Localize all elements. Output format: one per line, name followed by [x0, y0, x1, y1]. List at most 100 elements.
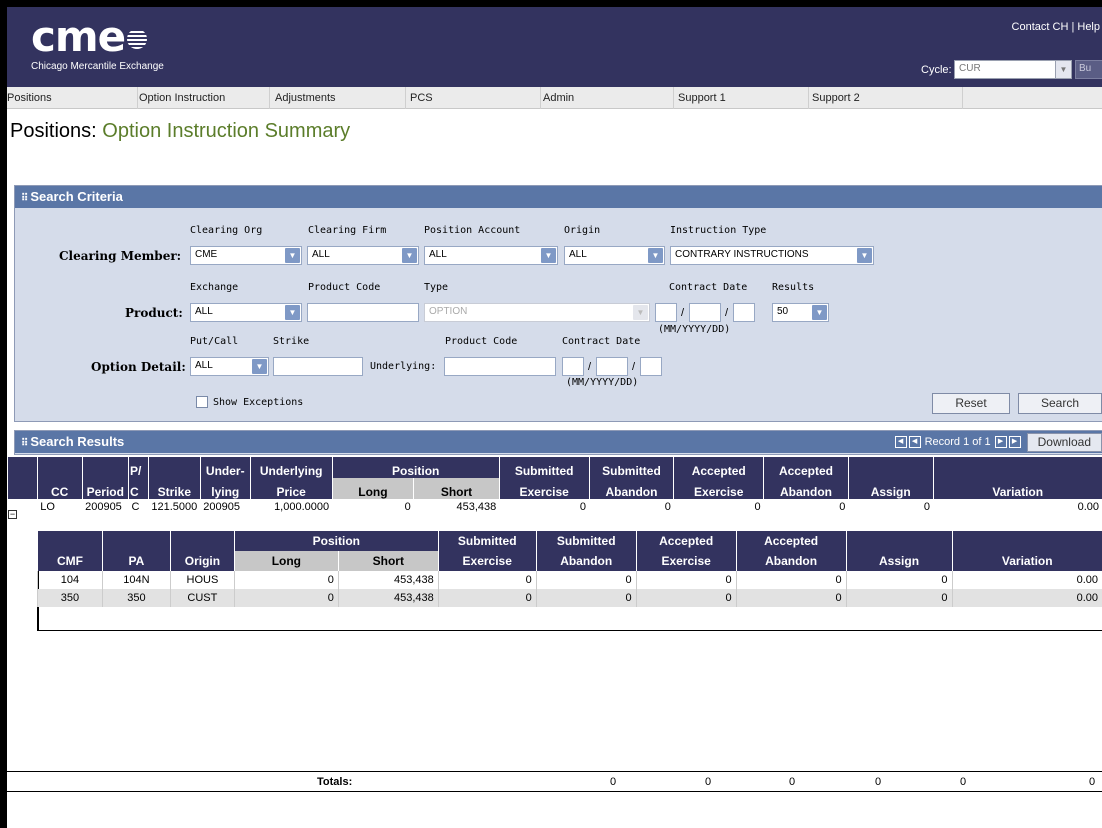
- cell-long: 0: [233, 571, 339, 589]
- underlying-day-input[interactable]: [640, 357, 662, 376]
- detail-col-cmf[interactable]: CMF: [37, 551, 103, 571]
- underlying-year-input[interactable]: [596, 357, 628, 376]
- nav-pcs[interactable]: PCS: [410, 87, 541, 109]
- col-pc[interactable]: C: [127, 478, 149, 499]
- cycle-select[interactable]: CUR ▼: [954, 60, 1072, 79]
- last-page-icon[interactable]: ▶: [1008, 436, 1021, 448]
- cell-sub-exercise: 0: [437, 571, 537, 589]
- exchange-value: ALL: [195, 306, 213, 317]
- cell-cc: LO: [40, 501, 55, 513]
- detail-col-variation[interactable]: Variation: [951, 551, 1102, 571]
- contract-month-input[interactable]: [655, 303, 677, 322]
- detail-col-variation-top: [951, 531, 1102, 551]
- cycle-button[interactable]: Bu: [1075, 60, 1102, 79]
- results-table: P/ Under- Underlying Position Submitted …: [7, 457, 1102, 515]
- nav-support-2[interactable]: Support 2: [812, 87, 963, 109]
- date-format-hint: (MM/YYYY/DD): [658, 324, 731, 335]
- detail-col-se[interactable]: Exercise: [437, 551, 537, 571]
- reset-button[interactable]: Reset: [932, 393, 1010, 414]
- collapse-icon[interactable]: −: [8, 510, 17, 519]
- contract-day-input[interactable]: [733, 303, 755, 322]
- detail-col-short[interactable]: Short: [337, 551, 439, 571]
- detail-col-ae[interactable]: Exercise: [635, 551, 737, 571]
- cell-acc-exercise: 0: [635, 589, 737, 607]
- detail-row[interactable]: 350 350 CUST 0 453,438 0 0 0 0 0 0.00: [37, 589, 1102, 607]
- put-call-select[interactable]: ALL ▼: [190, 357, 269, 376]
- total-assign: 0: [960, 776, 967, 788]
- totals-row: Totals: 0 0 0 0 0 0: [7, 771, 1102, 792]
- cell-pc: C: [131, 501, 140, 513]
- col-ae[interactable]: Exercise: [673, 478, 764, 499]
- col-strike[interactable]: Strike: [147, 478, 201, 499]
- detail-col-position: Position: [233, 531, 439, 551]
- clearing-firm-select[interactable]: ALL ▼: [307, 246, 419, 265]
- detail-col-assign[interactable]: Assign: [845, 551, 952, 571]
- col-underlying[interactable]: lying: [199, 478, 251, 499]
- cme-logo[interactable]: cme Chicago Mercantile Exchange: [31, 16, 164, 73]
- contact-link[interactable]: Contact CH: [1012, 21, 1069, 33]
- show-exceptions-checkbox[interactable]: [196, 396, 208, 408]
- cell-assign: 0: [845, 571, 952, 589]
- nav-admin[interactable]: Admin: [543, 87, 674, 109]
- chevron-down-icon: ▼: [812, 305, 827, 320]
- nav-adjustments[interactable]: Adjustments: [275, 87, 406, 109]
- col-aa[interactable]: Abandon: [763, 478, 849, 499]
- date-slash: /: [588, 361, 592, 373]
- next-page-icon[interactable]: ▶: [994, 436, 1007, 448]
- put-call-value: ALL: [195, 360, 213, 371]
- origin-value: ALL: [569, 249, 587, 260]
- date-format-hint: (MM/YYYY/DD): [566, 377, 639, 388]
- contract-year-input[interactable]: [689, 303, 721, 322]
- detail-table: Position Submitted Submitted Accepted Ac…: [37, 531, 1102, 607]
- col-se[interactable]: Exercise: [498, 478, 590, 499]
- clearing-org-select[interactable]: CME ▼: [190, 246, 302, 265]
- position-account-select[interactable]: ALL ▼: [424, 246, 558, 265]
- nav-positions[interactable]: Positions: [7, 87, 138, 109]
- product-code-input[interactable]: [307, 303, 419, 322]
- col-ae-top: Accepted: [673, 457, 764, 478]
- detail-row[interactable]: 104 104N HOUS 0 453,438 0 0 0 0 0 0.00: [37, 571, 1102, 589]
- type-value: OPTION: [429, 306, 468, 317]
- col-short[interactable]: Short: [413, 478, 500, 499]
- col-cc[interactable]: CC: [36, 478, 83, 499]
- product-label: Product:: [125, 306, 183, 320]
- underlying-product-code-input[interactable]: [444, 357, 556, 376]
- search-button[interactable]: Search: [1018, 393, 1102, 414]
- download-button[interactable]: Download: [1026, 432, 1102, 452]
- col-assign[interactable]: Assign: [847, 478, 934, 499]
- table-row[interactable]: LO 200905 C 121.5000 200905 1,000.0000 0…: [8, 499, 1102, 515]
- cell-sub-abandon: 0: [535, 589, 637, 607]
- cell-long: 0: [404, 501, 411, 513]
- detail-col-aa[interactable]: Abandon: [735, 551, 847, 571]
- cell-sub-abandon: 0: [535, 571, 637, 589]
- date-slash: /: [681, 307, 685, 319]
- col-uprice[interactable]: Price: [249, 478, 333, 499]
- underlying-month-input[interactable]: [562, 357, 584, 376]
- nav-support-1[interactable]: Support 1: [678, 87, 809, 109]
- results-select[interactable]: 50 ▼: [772, 303, 829, 322]
- detail-col-sa[interactable]: Abandon: [535, 551, 637, 571]
- nav-option-instruction[interactable]: Option Instruction: [139, 87, 270, 109]
- prev-page-icon[interactable]: ◀: [908, 436, 921, 448]
- page-title: Positions: Option Instruction Summary: [10, 120, 350, 143]
- col-underlying-top: Under-: [199, 457, 251, 478]
- cell-acc-exercise: 0: [754, 501, 761, 513]
- strike-input[interactable]: [273, 357, 363, 376]
- type-select[interactable]: OPTION ▼: [424, 303, 650, 322]
- exchange-select[interactable]: ALL ▼: [190, 303, 302, 322]
- col-variation[interactable]: Variation: [932, 478, 1102, 499]
- col-sa[interactable]: Abandon: [588, 478, 674, 499]
- cell-assign: 0: [845, 589, 952, 607]
- col-long[interactable]: Long: [331, 478, 414, 499]
- col-period[interactable]: Period: [81, 478, 129, 499]
- detail-col-origin[interactable]: Origin: [169, 551, 235, 571]
- instruction-type-select[interactable]: CONTRARY INSTRUCTIONS ▼: [670, 246, 874, 265]
- origin-select[interactable]: ALL ▼: [564, 246, 665, 265]
- detail-col-long[interactable]: Long: [233, 551, 339, 571]
- exchange-label: Exchange: [190, 282, 239, 293]
- search-criteria-header: ⠿ Search Criteria: [15, 186, 1102, 208]
- col-se-top: Submitted: [498, 457, 590, 478]
- help-link[interactable]: Help: [1077, 21, 1100, 33]
- first-page-icon[interactable]: ◀: [894, 436, 907, 448]
- detail-col-pa[interactable]: PA: [101, 551, 171, 571]
